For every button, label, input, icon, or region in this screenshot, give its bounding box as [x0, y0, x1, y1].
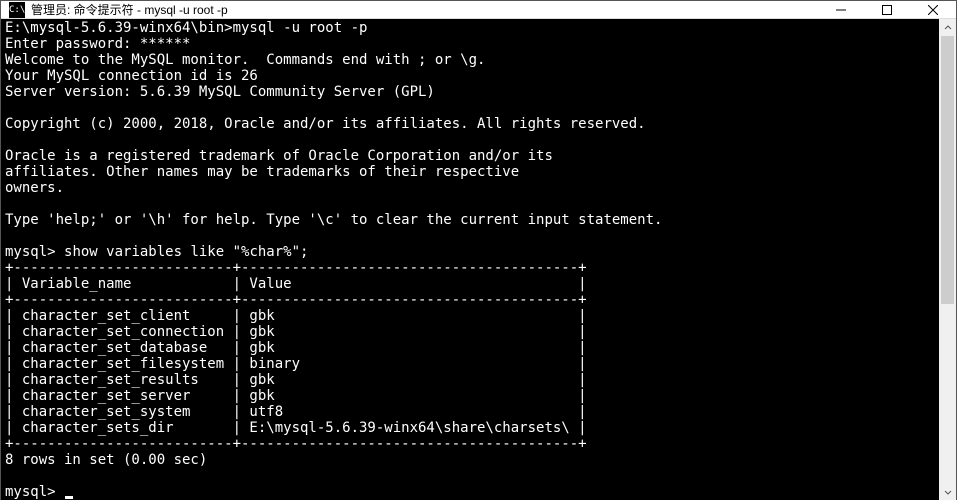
table-row: | character_set_database | gbk |	[5, 340, 587, 356]
titlebar[interactable]: C:\ 管理员: 命令提示符 - mysql -u root -p	[1, 1, 956, 19]
scroll-thumb[interactable]	[941, 36, 954, 304]
table-row: | character_set_system | utf8 |	[5, 404, 587, 420]
table-row: | character_set_connection | gbk |	[5, 324, 587, 340]
trademark-text: owners.	[5, 180, 64, 196]
welcome-text: Welcome to the MySQL monitor. Commands e…	[5, 52, 485, 68]
password-mask: ******	[140, 36, 191, 52]
table-border: +--------------------------+------------…	[5, 436, 587, 452]
scroll-down-button[interactable]	[939, 483, 956, 500]
table-row: | character_set_filesystem | binary |	[5, 356, 587, 372]
trademark-text: Oracle is a registered trademark of Orac…	[5, 148, 553, 164]
close-button[interactable]	[910, 1, 956, 18]
table-row: | character_set_client | gbk |	[5, 308, 587, 324]
table-border: +--------------------------+------------…	[5, 292, 587, 308]
chevron-down-icon	[944, 488, 952, 496]
copyright-text: Copyright (c) 2000, 2018, Oracle and/or …	[5, 116, 646, 132]
chevron-up-icon	[944, 24, 952, 32]
server-version-text: Server version: 5.6.39 MySQL Community S…	[5, 84, 435, 100]
cursor	[65, 496, 73, 499]
command-prompt-window: C:\ 管理员: 命令提示符 - mysql -u root -p E:\mys…	[0, 0, 957, 500]
mysql-prompt: mysql>	[5, 244, 64, 260]
connection-id-text: Your MySQL connection id is 26	[5, 68, 258, 84]
prompt-path: E:\mysql-5.6.39-winx64\bin>	[5, 20, 233, 36]
scroll-up-button[interactable]	[939, 19, 956, 36]
window-title: 管理员: 命令提示符 - mysql -u root -p	[31, 1, 818, 18]
vertical-scrollbar[interactable]	[939, 19, 956, 500]
command-text: mysql -u root -p	[233, 20, 368, 36]
window-controls	[818, 1, 956, 18]
help-text: Type 'help;' or '\h' for help. Type '\c'…	[5, 212, 662, 228]
password-label: Enter password:	[5, 36, 140, 52]
table-row: | character_sets_dir | E:\mysql-5.6.39-w…	[5, 420, 587, 436]
table-border: +--------------------------+------------…	[5, 260, 587, 276]
table-row: | character_set_results | gbk |	[5, 372, 587, 388]
minimize-button[interactable]	[818, 1, 864, 18]
table-row: | character_set_server | gbk |	[5, 388, 587, 404]
result-summary: 8 rows in set (0.00 sec)	[5, 452, 207, 468]
app-icon: C:\	[9, 2, 25, 18]
minimize-icon	[836, 5, 846, 15]
mysql-prompt: mysql>	[5, 484, 64, 500]
sql-query: show variables like "%char%";	[64, 244, 308, 260]
close-icon	[928, 5, 938, 15]
trademark-text: affiliates. Other names may be trademark…	[5, 164, 519, 180]
maximize-button[interactable]	[864, 1, 910, 18]
terminal-area: E:\mysql-5.6.39-winx64\bin>mysql -u root…	[1, 19, 956, 500]
maximize-icon	[882, 5, 892, 15]
terminal[interactable]: E:\mysql-5.6.39-winx64\bin>mysql -u root…	[1, 19, 939, 500]
table-header: | Variable_name | Value |	[5, 276, 587, 292]
scroll-track[interactable]	[939, 36, 956, 483]
